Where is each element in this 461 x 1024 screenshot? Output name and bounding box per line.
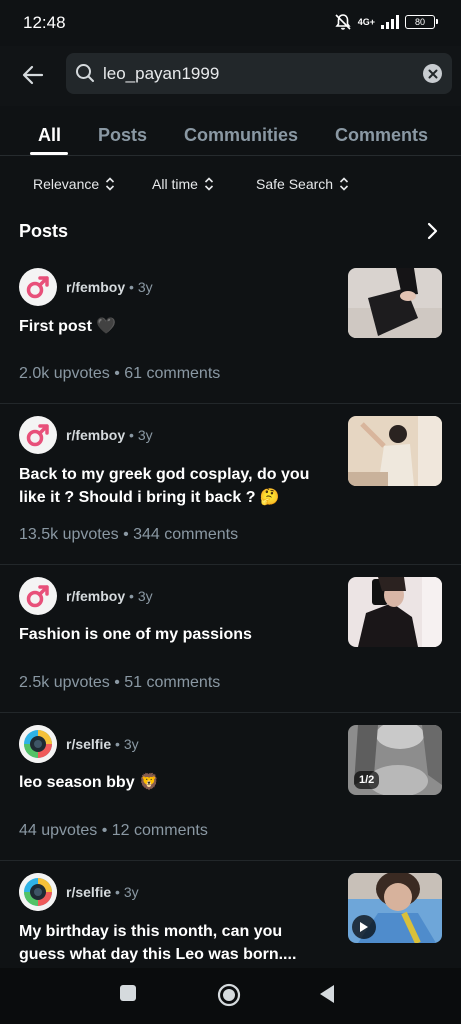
subreddit-name[interactable]: r/femboy [66,279,125,295]
post-stats: 2.5k upvotes • 51 comments [19,674,221,691]
post-title: First post 🖤 [19,318,117,335]
subreddit-name[interactable]: r/femboy [66,588,125,604]
posts-feed: r/femboy • 3y First post 🖤 2.0k upvotes … [0,255,461,968]
safe-search-filter-label: Safe Search [256,176,334,192]
filter-bar: Relevance All time Safe Search [0,164,461,204]
post-title: Fashion is one of my passions [19,626,252,643]
section-title: Posts [19,221,69,241]
post-stats: 44 upvotes • 12 comments [19,822,208,839]
upvote-count: 2.0k upvotes [19,365,110,382]
post-title: My birthday is this month, can you guess… [19,923,297,963]
comment-count: 12 comments [111,822,208,839]
upvote-count: 2.5k upvotes [19,674,110,691]
post-meta: r/femboy • 3y [66,588,153,604]
recents-button[interactable] [119,984,137,1002]
play-icon [360,922,368,932]
time-filter-label: All time [152,176,198,192]
post-title: leo season bby 🦁 [19,774,159,791]
subreddit-avatar[interactable] [19,416,57,454]
close-icon [428,69,437,78]
post-thumbnail[interactable] [348,416,442,486]
subreddit-name[interactable]: r/selfie [66,736,111,752]
post-age: 3y [137,279,153,295]
post-meta: r/femboy • 3y [66,279,153,295]
post-item[interactable]: r/femboy • 3y Fashion is one of my passi… [0,565,461,713]
post-item[interactable]: r/selfie • 3y leo season bby 🦁 44 upvote… [0,713,461,861]
comment-count: 61 comments [124,365,221,382]
post-thumbnail[interactable] [348,873,442,943]
relevance-filter-label: Relevance [33,176,100,192]
male-symbol-icon [26,424,49,447]
search-header: leo_payan1999 [0,46,461,106]
status-icons: 4G+ 80 [334,13,438,31]
post-age: 3y [137,427,153,443]
post-thumbnail[interactable] [348,268,442,338]
active-tab-indicator [30,152,68,155]
post-meta: r/femboy • 3y [66,427,153,443]
tab-comments[interactable]: Comments [335,125,428,146]
comment-count: 344 comments [133,526,239,543]
clear-search-button[interactable] [423,64,442,83]
male-symbol-icon [26,585,49,608]
upvote-count: 13.5k upvotes [19,526,119,543]
posts-section-header[interactable]: Posts [0,214,461,248]
back-button[interactable] [18,60,48,90]
post-stats: 2.0k upvotes • 61 comments [19,365,221,382]
post-item[interactable]: r/femboy • 3y First post 🖤 2.0k upvotes … [0,255,461,404]
network-type: 4G+ [357,17,375,27]
system-nav-bar [0,968,461,1024]
subreddit-avatar[interactable] [19,873,57,911]
comment-count: 51 comments [124,674,221,691]
safe-search-filter[interactable]: Safe Search [256,176,349,192]
video-badge [352,915,376,939]
signal-icon [381,15,399,29]
camera-lens-icon [19,725,57,763]
gallery-count-badge: 1/2 [354,771,380,789]
post-age: 3y [123,884,139,900]
post-meta: r/selfie • 3y [66,736,139,752]
battery-level: 80 [414,17,425,27]
subreddit-avatar[interactable] [19,725,57,763]
back-nav-button[interactable] [318,984,336,1004]
subreddit-name[interactable]: r/femboy [66,427,125,443]
search-icon [76,64,94,82]
subreddit-avatar[interactable] [19,577,57,615]
relevance-filter[interactable]: Relevance [33,176,115,192]
home-button[interactable] [217,983,241,1007]
status-bar: 12:48 4G+ 80 [0,0,461,46]
post-item[interactable]: r/selfie • 3y My birthday is this month,… [0,861,461,968]
search-input[interactable]: leo_payan1999 [66,53,452,94]
camera-lens-icon [19,873,57,911]
post-age: 3y [137,588,153,604]
tab-all[interactable]: All [38,125,61,146]
male-symbol-icon [26,276,49,299]
tab-communities[interactable]: Communities [184,125,298,146]
chevron-right-icon [427,222,438,240]
status-time: 12:48 [23,13,66,32]
muted-bell-icon [335,14,351,30]
search-query: leo_payan1999 [103,64,220,83]
post-thumbnail[interactable] [348,577,442,647]
battery-icon: 80 [405,15,438,29]
subreddit-name[interactable]: r/selfie [66,884,111,900]
post-stats: 13.5k upvotes • 344 comments [19,526,239,543]
tab-posts[interactable]: Posts [98,125,147,146]
subreddit-avatar[interactable] [19,268,57,306]
post-title: Back to my greek god cosplay, do you lik… [19,466,310,506]
sort-chevrons-icon [204,177,213,191]
sort-chevrons-icon [339,177,349,191]
result-tabs: All Posts Communities Comments [0,106,461,156]
post-age: 3y [123,736,139,752]
post-item[interactable]: r/femboy • 3y Back to my greek god cospl… [0,404,461,565]
sort-chevrons-icon [106,177,115,191]
time-filter[interactable]: All time [152,176,214,192]
post-thumbnail[interactable]: 1/2 [348,725,442,795]
post-meta: r/selfie • 3y [66,884,139,900]
arrow-left-icon [22,65,44,85]
upvote-count: 44 upvotes [19,822,98,839]
